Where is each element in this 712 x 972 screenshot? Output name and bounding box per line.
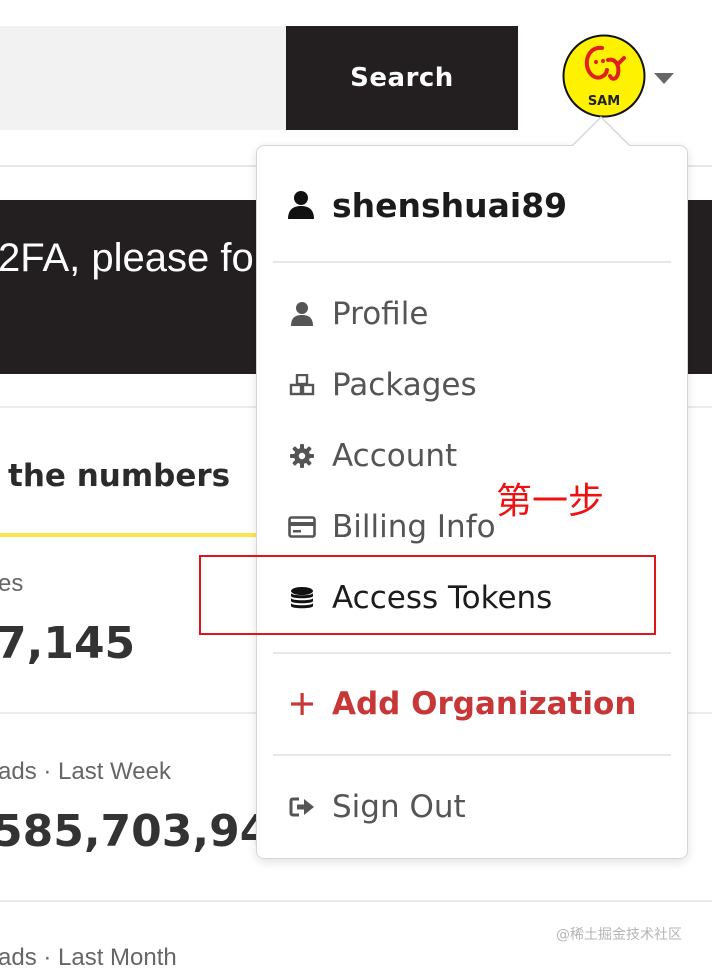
- search-input[interactable]: [0, 26, 286, 130]
- menu-item-account[interactable]: Account: [286, 432, 457, 480]
- menu-item-add-organization[interactable]: Add Organization: [286, 680, 636, 728]
- username-label: shenshuai89: [332, 185, 568, 225]
- stat-label-2: ads · Last Week: [0, 758, 171, 785]
- cubes-icon: [286, 374, 318, 396]
- stat-label-3: ads · Last Month: [0, 944, 177, 971]
- user-icon: [286, 302, 318, 326]
- row-divider: [0, 900, 712, 902]
- search-button[interactable]: Search: [286, 26, 518, 130]
- menu-item-label: Account: [332, 438, 458, 474]
- avatar[interactable]: SAM: [562, 34, 646, 118]
- stat-label-1: es: [0, 570, 24, 597]
- menu-username: shenshuai89: [288, 182, 567, 228]
- chevron-down-icon[interactable]: [654, 73, 674, 84]
- menu-divider: [273, 261, 671, 263]
- sign-out-icon: [286, 796, 318, 818]
- credit-card-icon: [286, 516, 318, 538]
- plus-icon: [286, 692, 318, 716]
- menu-item-label: Profile: [332, 296, 429, 332]
- menu-item-label: Packages: [332, 367, 477, 403]
- annotation-text: 第一步: [496, 481, 605, 522]
- menu-item-billing[interactable]: Billing Info: [286, 503, 496, 551]
- watermark: @稀土掘金技术社区: [556, 927, 682, 943]
- stat-value-1: 7,145: [0, 618, 136, 669]
- heading-underline: [0, 533, 260, 537]
- user-dropdown-menu: [256, 145, 688, 859]
- menu-item-packages[interactable]: Packages: [286, 361, 477, 409]
- avatar-label: SAM: [588, 94, 620, 109]
- menu-divider: [273, 652, 671, 654]
- annotation-highlight-box: [199, 555, 656, 635]
- user-icon: [288, 191, 314, 219]
- menu-item-profile[interactable]: Profile: [286, 290, 428, 338]
- gear-icon: [286, 444, 318, 468]
- menu-item-label: Sign Out: [332, 789, 466, 825]
- menu-divider: [273, 754, 671, 756]
- avatar-logo-icon: SAM: [562, 34, 646, 118]
- menu-item-label: Billing Info: [332, 509, 496, 545]
- dropdown-arrow-inner: [573, 118, 629, 146]
- menu-item-label: Add Organization: [332, 686, 637, 722]
- banner-text: 2FA, please fol: [0, 236, 263, 280]
- menu-item-sign-out[interactable]: Sign Out: [286, 783, 466, 831]
- section-heading: the numbers: [8, 458, 231, 494]
